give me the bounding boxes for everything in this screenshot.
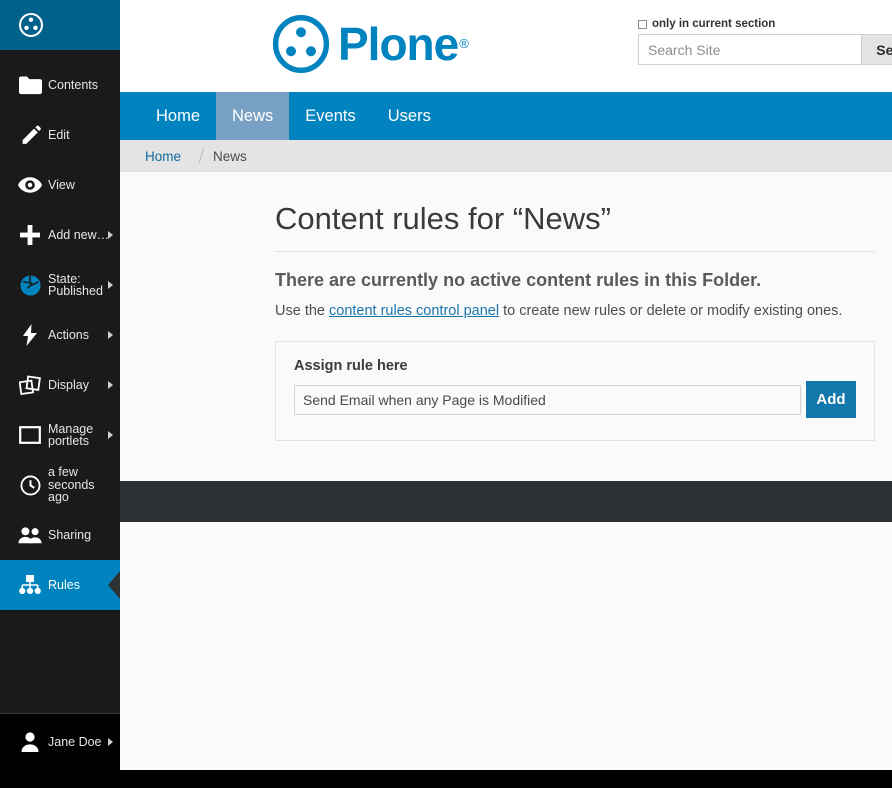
- nav-tab-users[interactable]: Users: [372, 92, 447, 140]
- help-suffix: to create new rules or delete or modify …: [499, 303, 842, 319]
- toolbar-bottom-bar: [0, 770, 120, 788]
- chevron-right-icon: [108, 381, 113, 389]
- lightning-icon: [12, 324, 48, 346]
- sidebar-item-contents[interactable]: Contents: [0, 60, 120, 110]
- sidebar-item-edit[interactable]: Edit: [0, 110, 120, 160]
- chevron-right-icon: [108, 281, 113, 289]
- breadcrumb-separator-icon: [191, 148, 203, 164]
- state-icon: [12, 275, 48, 296]
- sidebar-item-view[interactable]: View: [0, 160, 120, 210]
- rule-select[interactable]: Send Email when any Page is Modified: [294, 385, 801, 415]
- only-current-section-label: only in current section: [652, 18, 775, 30]
- sidebar-item-label: Display: [48, 379, 95, 392]
- sidebar-item-label: View: [48, 179, 81, 192]
- breadcrumb-home[interactable]: Home: [145, 149, 181, 164]
- sidebar-item-display[interactable]: Display: [0, 360, 120, 410]
- search-scope-option[interactable]: only in current section: [638, 18, 892, 30]
- sidebar-item-label: Edit: [48, 129, 76, 142]
- users-icon: [12, 526, 48, 544]
- nav-tab-events[interactable]: Events: [289, 92, 371, 140]
- page-background-fill: [0, 522, 892, 770]
- chevron-right-icon: [108, 738, 113, 746]
- toolbar-menu: Contents Edit: [0, 50, 120, 713]
- site-header: Plone ® only in current section Search: [120, 0, 892, 92]
- sidebar-item-label: Manage portlets: [48, 423, 99, 448]
- sidebar-item-state[interactable]: State: Published: [0, 260, 120, 310]
- sidebar-item-label: a few seconds ago: [48, 466, 101, 504]
- pencil-icon: [12, 125, 48, 146]
- sidebar-item-label: Rules: [48, 579, 86, 592]
- plone-logo-icon: [272, 15, 330, 73]
- plone-toolbar: Contents Edit: [0, 0, 120, 788]
- no-rules-message: There are currently no active content ru…: [275, 270, 875, 291]
- rectangle-icon: [12, 426, 48, 444]
- nav-tab-news[interactable]: News: [216, 92, 289, 140]
- page-bottom-bar: [0, 770, 892, 788]
- site-title: Plone: [338, 21, 458, 67]
- toolbar-user-section: Jane Doe: [0, 713, 120, 770]
- site-logo[interactable]: Plone ®: [272, 15, 469, 73]
- sidebar-item-actions[interactable]: Actions: [0, 310, 120, 360]
- clock-icon: [12, 475, 48, 496]
- page-title: Content rules for “News”: [275, 200, 875, 252]
- toolbar-logo[interactable]: [0, 0, 120, 50]
- sidebar-item-history[interactable]: a few seconds ago: [0, 460, 120, 510]
- person-icon: [12, 732, 48, 752]
- search-button[interactable]: Search: [862, 34, 892, 65]
- help-prefix: Use the: [275, 303, 329, 319]
- plus-icon: [12, 225, 48, 245]
- sidebar-item-label: Add new…: [48, 229, 115, 242]
- search-input[interactable]: [638, 34, 862, 65]
- nav-tab-home[interactable]: Home: [140, 92, 216, 140]
- main-content: Content rules for “News” There are curre…: [120, 172, 892, 441]
- breadcrumb-current: News: [213, 149, 247, 164]
- chevron-right-icon: [108, 231, 113, 239]
- content-rules-control-panel-link[interactable]: content rules control panel: [329, 303, 499, 319]
- sidebar-item-label: Sharing: [48, 529, 97, 542]
- chevron-right-icon: [108, 331, 113, 339]
- plone-logo-mark-icon: [18, 12, 44, 38]
- sidebar-item-label: State: Published: [48, 273, 109, 298]
- sidebar-item-rules[interactable]: Rules: [0, 560, 120, 610]
- main-navigation: Home News Events Users: [120, 92, 892, 140]
- registered-mark: ®: [459, 34, 469, 54]
- eye-icon: [12, 177, 48, 193]
- assign-rule-card: Assign rule here Send Email when any Pag…: [275, 341, 875, 441]
- folder-icon: [12, 76, 48, 95]
- breadcrumb: Home News: [120, 140, 892, 172]
- search-row: Search: [638, 34, 892, 65]
- sidebar-item-add-new[interactable]: Add new…: [0, 210, 120, 260]
- app-root: Contents Edit: [0, 0, 892, 788]
- sidebar-item-label: Contents: [48, 79, 104, 92]
- help-line: Use the content rules control panel to c…: [275, 303, 875, 319]
- sidebar-item-label: Jane Doe: [48, 736, 108, 749]
- chevron-right-icon: [108, 431, 113, 439]
- layers-icon: [12, 375, 48, 396]
- sidebar-item-user-menu[interactable]: Jane Doe: [0, 714, 120, 770]
- assign-rule-label: Assign rule here: [294, 358, 856, 374]
- add-rule-button[interactable]: Add: [806, 381, 856, 418]
- only-current-section-checkbox[interactable]: [638, 20, 647, 29]
- sidebar-item-label: Actions: [48, 329, 95, 342]
- sitemap-icon: [12, 575, 48, 595]
- sidebar-item-manage-portlets[interactable]: Manage portlets: [0, 410, 120, 460]
- sidebar-item-sharing[interactable]: Sharing: [0, 510, 120, 560]
- content-inner: Content rules for “News” There are curre…: [275, 200, 875, 441]
- search-box: only in current section Search: [638, 18, 892, 65]
- assign-rule-row: Send Email when any Page is Modified Add: [294, 385, 856, 418]
